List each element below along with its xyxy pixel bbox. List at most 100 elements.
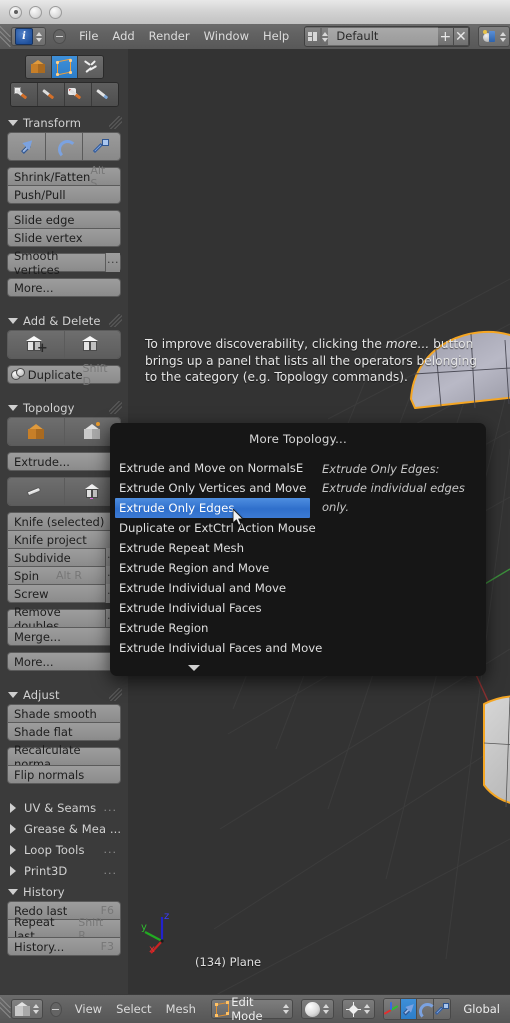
recalculate-normals-button[interactable]: Recalculate norma — [7, 743, 121, 771]
interaction-mode-selector[interactable]: Edit Mode — [210, 995, 293, 1023]
panel-uv-seams-header[interactable]: UV & Seams ... — [4, 798, 124, 817]
extrude-more-button[interactable]: Extrude... — [7, 452, 121, 471]
delete-cube-tool[interactable] — [64, 331, 120, 358]
panel-loop-tools-title: Loop Tools — [24, 842, 85, 857]
add-cube-icon: + — [24, 335, 48, 355]
menu-item-duplicate-or-extrude[interactable]: Duplicate or Ext Ctrl Action Mouse — [115, 518, 316, 538]
scale-tool[interactable] — [83, 133, 120, 160]
subdivide-button[interactable]: Subdivide ··· — [7, 548, 121, 567]
menu-file[interactable]: File — [72, 24, 105, 49]
panel-add-delete-header[interactable]: Add & Delete — [4, 311, 124, 330]
scroll-down-arrow-icon[interactable] — [188, 665, 200, 671]
push-pull-button[interactable]: Push/Pull — [7, 185, 121, 204]
menu-item-extrude-and-move-on-normals[interactable]: Extrude and Move on Normals E — [115, 458, 310, 478]
panel-topology-header[interactable]: Topology — [4, 398, 124, 417]
pivot-point-selector[interactable] — [341, 999, 375, 1019]
rotate-tool[interactable] — [45, 133, 84, 160]
transform-orientation-value[interactable]: Global — [463, 1002, 510, 1016]
shade-flat-button[interactable]: Shade flat — [7, 722, 121, 741]
viewport-shading-selector[interactable] — [300, 999, 334, 1019]
panel-loop-tools-header[interactable]: Loop Tools ... — [4, 840, 124, 859]
screen-layout-selector[interactable]: Default + ✕ — [304, 26, 470, 47]
menu-item-extrude-region[interactable]: Extrude Region — [115, 618, 310, 638]
manipulator-rotate[interactable] — [417, 999, 436, 1019]
menu-mesh[interactable]: Mesh — [159, 995, 203, 1023]
panel-uv-seams-title: UV & Seams — [24, 800, 97, 815]
panel-print3d-header[interactable]: Print3D ... — [4, 861, 124, 880]
chevron-down-icon — [8, 691, 18, 698]
window-zoom-button[interactable] — [49, 5, 62, 19]
menu-help[interactable]: Help — [256, 24, 296, 49]
panel-transform-header[interactable]: Transform — [4, 113, 124, 132]
panel-history-header[interactable]: History — [4, 882, 124, 901]
adjust-group-1: Shade smooth Shade flat — [7, 704, 121, 741]
add-cube-tool[interactable]: + — [8, 331, 65, 358]
weight-paint-tab[interactable] — [37, 83, 65, 106]
translate-tool[interactable] — [8, 133, 46, 160]
topology-icon-row — [7, 417, 121, 446]
menu-item-extrude-individual-faces-and-move[interactable]: Extrude Individual Faces and Move — [115, 638, 322, 658]
menu-item-extrude-only-edges[interactable]: Extrude Only Edges — [115, 498, 310, 518]
remove-doubles-button[interactable]: Remove doubles ··· — [7, 605, 121, 633]
smooth-vertices-button[interactable]: Smooth vertices ··· — [7, 249, 121, 277]
editor-type-selector-bottom[interactable] — [11, 999, 43, 1019]
menu-add[interactable]: Add — [105, 24, 141, 49]
panel-adjust-header[interactable]: Adjust — [4, 685, 124, 704]
panel-grease-measure-header[interactable]: Grease & Mea ... — [4, 819, 124, 838]
knife-selected-button[interactable]: Knife (selected) — [7, 512, 121, 531]
screen-layout-value[interactable]: Default — [328, 28, 439, 45]
menu-item-extrude-individual-and-move[interactable]: Extrude Individual and Move — [115, 578, 310, 598]
scene-selector[interactable] — [478, 26, 510, 47]
rigging-tab[interactable] — [77, 56, 103, 78]
expand-options-icon[interactable]: ··· — [105, 253, 120, 272]
window-minimize-button[interactable] — [29, 5, 42, 19]
knife-project-button[interactable]: Knife project — [7, 530, 121, 549]
duplicate-button[interactable]: Duplicate Shift D — [7, 362, 121, 388]
texture-paint-tab[interactable] — [64, 83, 92, 106]
flip-normals-button[interactable]: Flip normals — [7, 765, 121, 784]
collapse-menu-icon[interactable] — [53, 29, 67, 44]
menu-item-extrude-region-and-move[interactable]: Extrude Region and Move — [115, 558, 310, 578]
menu-select[interactable]: Select — [109, 995, 158, 1023]
button-label: Knife project — [14, 532, 87, 547]
editor-type-selector[interactable]: i — [11, 27, 46, 46]
viewport-header-bar: View Select Mesh Edit Mode Global — [0, 994, 510, 1023]
delete-screen-button[interactable]: ✕ — [453, 27, 470, 46]
menu-item-extrude-only-vertices-and-move[interactable]: Extrude Only Vertices and Move — [115, 478, 310, 498]
grease-pencil-tab[interactable] — [10, 83, 38, 106]
collapse-menu-icon-bottom[interactable] — [50, 1001, 62, 1017]
spin-button[interactable]: Spin Alt R ··· — [7, 566, 121, 585]
add-screen-button[interactable]: + — [438, 27, 454, 46]
knife-tool[interactable] — [8, 478, 65, 505]
menu-item-extrude-repeat-mesh[interactable]: Extrude Repeat Mesh — [115, 538, 310, 558]
more-topology-popup[interactable]: More Topology... Extrude and Move on Nor… — [110, 423, 486, 676]
manipulator-toggle[interactable] — [383, 999, 401, 1019]
mesh-edit-tab[interactable] — [51, 56, 78, 78]
transform-more-button[interactable]: More... — [7, 278, 121, 297]
object-mode-tab[interactable] — [25, 56, 52, 78]
menu-window[interactable]: Window — [197, 24, 256, 49]
screw-button[interactable]: Screw ··· — [7, 584, 121, 603]
shrink-fatten-button[interactable]: Shrink/Fatten Alt S — [7, 164, 121, 190]
panel-history-body: Redo last F6 Repeat last Shift R History… — [4, 901, 124, 968]
history-button[interactable]: History... F3 — [7, 937, 121, 956]
topology-more-button[interactable]: More... — [7, 652, 121, 671]
extrude-region-tool[interactable] — [8, 418, 65, 445]
menu-item-label: Extrude Individual Faces — [119, 601, 262, 615]
menu-item-extrude-individual-faces[interactable]: Extrude Individual Faces — [115, 598, 310, 618]
tool-shelf[interactable]: Transform Shrink/Fatten Alt S Push/Pull … — [0, 49, 128, 995]
repeat-last-button[interactable]: Repeat last Shift R — [7, 915, 121, 943]
menu-render[interactable]: Render — [142, 24, 197, 49]
header-corner-grip[interactable] — [0, 24, 11, 49]
merge-button[interactable]: Merge... — [7, 627, 121, 646]
footer-corner-grip[interactable] — [0, 995, 11, 1023]
sculpt-tab[interactable] — [91, 83, 118, 106]
mesh-edit-icon — [214, 1000, 229, 1017]
window-close-button[interactable] — [9, 5, 22, 19]
slide-vertex-button[interactable]: Slide vertex — [7, 228, 121, 247]
menu-view[interactable]: View — [68, 995, 109, 1023]
shade-smooth-button[interactable]: Shade smooth — [7, 704, 121, 723]
manipulator-scale[interactable] — [433, 999, 451, 1019]
slide-edge-button[interactable]: Slide edge — [7, 210, 121, 229]
manipulator-translate[interactable] — [400, 999, 418, 1019]
